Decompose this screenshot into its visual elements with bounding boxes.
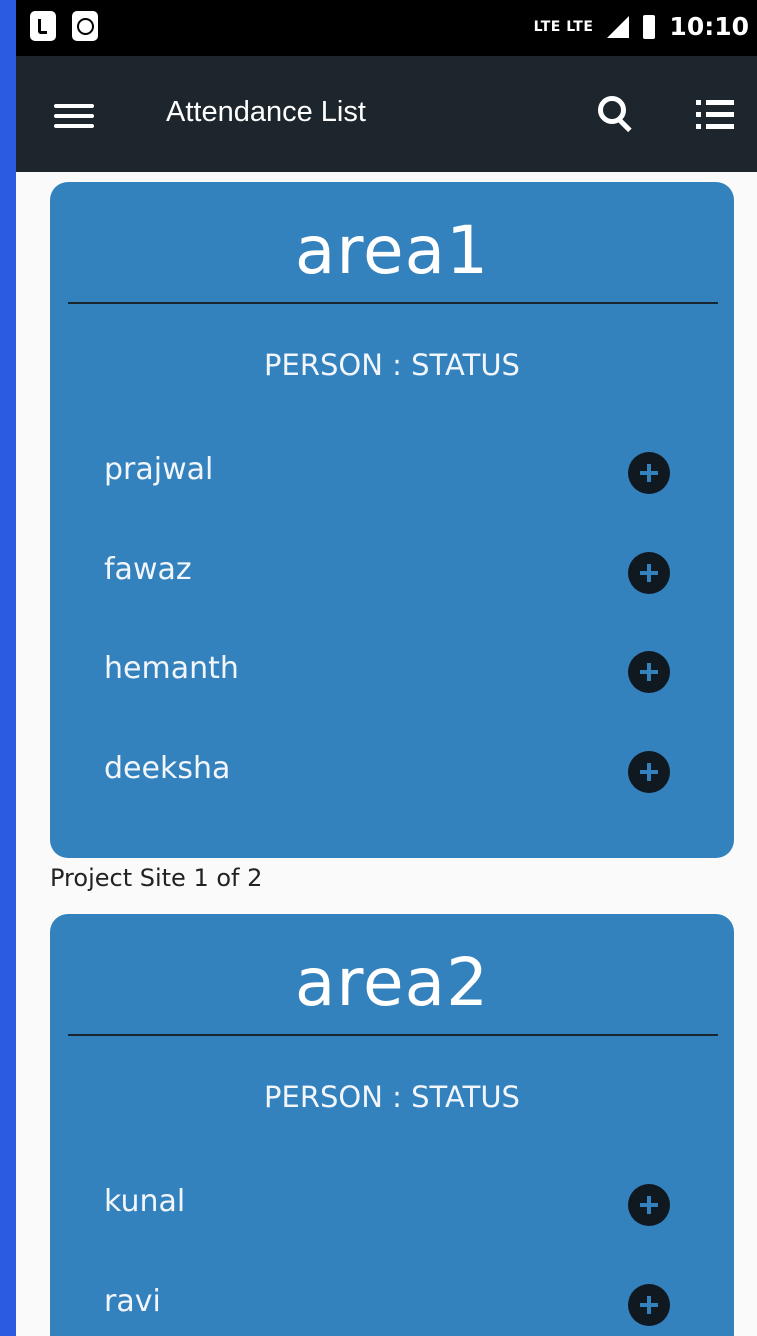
list-item: deeksha — [104, 743, 670, 803]
area-title: area1 — [294, 212, 490, 289]
list-item: hemanth — [104, 643, 670, 703]
list-view-icon[interactable] — [696, 98, 736, 134]
status-indicators: LTE LTE 10:10 — [534, 12, 749, 41]
page-indicator: Project Site 1 of 2 — [50, 864, 263, 892]
area-card: area2 PERSON : STATUS kunal ravi — [50, 914, 734, 1336]
person-name: deeksha — [104, 751, 231, 786]
person-name: kunal — [104, 1184, 186, 1219]
add-status-button[interactable] — [628, 651, 670, 693]
add-status-button[interactable] — [628, 1184, 670, 1226]
area-title: area2 — [294, 944, 490, 1021]
column-header: PERSON : STATUS — [264, 348, 520, 382]
status-time: 10:10 — [669, 12, 749, 41]
battery-icon — [643, 14, 656, 39]
divider — [68, 1034, 718, 1036]
call-notification-icon — [30, 11, 56, 41]
app-bar: Attendance List — [16, 56, 757, 172]
column-header: PERSON : STATUS — [264, 1080, 520, 1114]
list-item: prajwal — [104, 444, 670, 504]
menu-icon[interactable] — [54, 104, 94, 128]
list-item: ravi — [104, 1276, 670, 1336]
list-item: fawaz — [104, 544, 670, 604]
add-status-button[interactable] — [628, 552, 670, 594]
status-bar: LTE LTE 10:10 — [16, 0, 757, 56]
page-title: Attendance List — [166, 96, 366, 128]
signal-icon — [607, 15, 630, 38]
area-card: area1 PERSON : STATUS prajwal fawaz hema… — [50, 182, 734, 858]
notification-icons — [30, 11, 98, 41]
phone-screen: LTE LTE 10:10 Attendance List area1 PERS… — [16, 0, 757, 1336]
person-name: fawaz — [104, 552, 192, 587]
person-name: ravi — [104, 1284, 161, 1319]
person-name: hemanth — [104, 651, 239, 686]
network-type-label: LTE LTE — [533, 18, 594, 35]
add-status-button[interactable] — [628, 1284, 670, 1326]
app-notification-icon — [72, 11, 98, 41]
search-icon[interactable] — [598, 96, 638, 136]
divider — [68, 302, 718, 304]
list-item: kunal — [104, 1176, 670, 1236]
add-status-button[interactable] — [628, 452, 670, 494]
person-name: prajwal — [104, 452, 214, 487]
add-status-button[interactable] — [628, 751, 670, 793]
